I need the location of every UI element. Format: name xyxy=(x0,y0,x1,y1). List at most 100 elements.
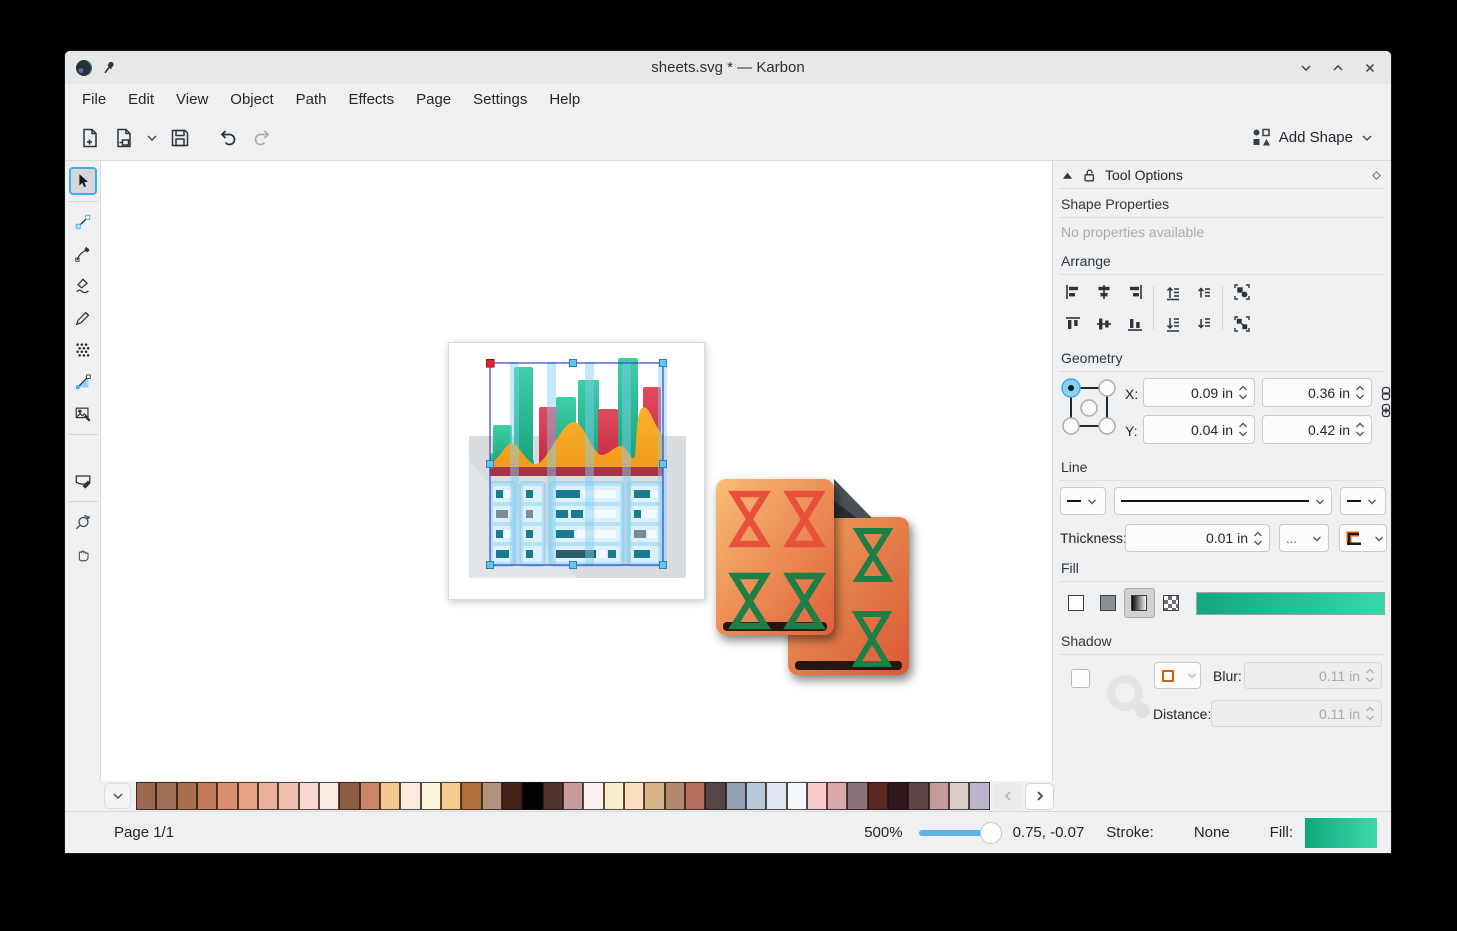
line-end-marker-select[interactable] xyxy=(1340,487,1386,515)
maximize-button[interactable] xyxy=(1327,57,1349,79)
align-vertical-center-icon[interactable] xyxy=(1090,311,1117,337)
tool-image-edit[interactable] xyxy=(69,400,97,428)
shadow-angle-handle[interactable] xyxy=(1135,703,1150,718)
tool-edit-shapes[interactable] xyxy=(69,208,97,236)
color-swatch[interactable] xyxy=(908,782,928,810)
color-swatch[interactable] xyxy=(339,782,359,810)
open-document-button[interactable] xyxy=(109,123,139,153)
color-swatch[interactable] xyxy=(238,782,258,810)
shadow-color-select[interactable] xyxy=(1154,662,1201,689)
color-swatch[interactable] xyxy=(929,782,949,810)
color-swatch[interactable] xyxy=(746,782,766,810)
color-swatch[interactable] xyxy=(299,782,319,810)
bring-to-front-icon[interactable] xyxy=(1159,279,1186,305)
pin-icon[interactable] xyxy=(101,60,116,75)
align-horizontal-center-icon[interactable] xyxy=(1090,279,1117,305)
canvas-artwork[interactable] xyxy=(101,161,1053,783)
send-to-back-icon[interactable] xyxy=(1159,311,1186,337)
color-swatch[interactable] xyxy=(644,782,664,810)
color-swatch[interactable] xyxy=(705,782,725,810)
lock-icon[interactable] xyxy=(1082,168,1097,183)
color-swatch[interactable] xyxy=(787,782,807,810)
color-swatch[interactable] xyxy=(665,782,685,810)
group-icon[interactable] xyxy=(1228,279,1255,305)
color-swatch[interactable] xyxy=(685,782,705,810)
tool-pattern-edit[interactable] xyxy=(69,336,97,364)
anchor-point-selector[interactable] xyxy=(1061,378,1117,436)
color-swatch[interactable] xyxy=(156,782,176,810)
color-swatch[interactable] xyxy=(563,782,583,810)
ungroup-icon[interactable] xyxy=(1228,311,1255,337)
color-swatch[interactable] xyxy=(380,782,400,810)
shadow-enable-checkbox[interactable] xyxy=(1071,669,1090,688)
distance-input[interactable]: 0.11 in xyxy=(1211,700,1382,727)
raise-icon[interactable] xyxy=(1190,279,1217,305)
link-width-height-icon[interactable] xyxy=(1380,386,1391,401)
color-swatch[interactable] xyxy=(482,782,502,810)
sheets-artwork[interactable] xyxy=(716,479,909,675)
color-swatch[interactable] xyxy=(888,782,908,810)
color-swatch[interactable] xyxy=(136,782,156,810)
color-swatch[interactable] xyxy=(604,782,624,810)
line-start-marker-select[interactable] xyxy=(1060,487,1106,515)
fill-pattern-button[interactable] xyxy=(1156,588,1187,618)
blur-input[interactable]: 0.11 in xyxy=(1244,662,1382,689)
color-swatch[interactable] xyxy=(949,782,969,810)
minimize-button[interactable] xyxy=(1295,57,1317,79)
palette-dropdown-button[interactable] xyxy=(104,783,131,809)
color-swatch[interactable] xyxy=(543,782,563,810)
y-input[interactable]: 0.04 in xyxy=(1143,415,1255,444)
menu-item[interactable]: Settings xyxy=(462,87,538,112)
tool-gradient-edit[interactable] xyxy=(69,368,97,396)
align-vertical-bottom-icon[interactable] xyxy=(1121,311,1148,337)
height-input[interactable]: 0.42 in xyxy=(1262,415,1372,444)
align-vertical-top-icon[interactable] xyxy=(1059,311,1086,337)
tool-freehand-path[interactable] xyxy=(69,304,97,332)
color-swatch[interactable] xyxy=(827,782,847,810)
tool-draw-path[interactable] xyxy=(69,240,97,268)
float-docker-icon[interactable] xyxy=(1370,169,1383,182)
menu-item[interactable]: Object xyxy=(219,87,284,112)
tool-zoom[interactable] xyxy=(69,508,97,536)
line-style-select[interactable] xyxy=(1114,487,1332,515)
color-swatch[interactable] xyxy=(868,782,888,810)
tool-calligraphy[interactable] xyxy=(69,272,97,300)
fill-gradient-swatch[interactable] xyxy=(1196,592,1385,615)
color-swatch[interactable] xyxy=(360,782,380,810)
line-cap-select[interactable]: ... xyxy=(1279,524,1329,552)
color-swatch[interactable] xyxy=(522,782,542,810)
new-document-button[interactable] xyxy=(75,123,105,153)
zoom-value[interactable]: 500% xyxy=(864,824,902,841)
undo-button[interactable] xyxy=(213,123,243,153)
menu-item[interactable]: Effects xyxy=(338,87,406,112)
add-shape-button[interactable]: Add Shape xyxy=(1244,124,1381,151)
thickness-input[interactable]: 0.01 in xyxy=(1125,524,1270,552)
color-swatch[interactable] xyxy=(217,782,237,810)
tool-select-shapes[interactable] xyxy=(69,167,97,195)
fill-gradient-button[interactable] xyxy=(1124,588,1155,618)
menu-item[interactable]: Help xyxy=(538,87,591,112)
color-swatch[interactable] xyxy=(197,782,217,810)
color-swatch[interactable] xyxy=(624,782,644,810)
color-swatch[interactable] xyxy=(319,782,339,810)
menu-item[interactable]: Page xyxy=(405,87,462,112)
align-horizontal-right-icon[interactable] xyxy=(1121,279,1148,305)
color-swatch[interactable] xyxy=(726,782,746,810)
width-input[interactable]: 0.36 in xyxy=(1262,378,1372,407)
save-button[interactable] xyxy=(165,123,195,153)
zoom-slider[interactable] xyxy=(919,830,991,836)
titlebar[interactable]: sheets.svg * — Karbon xyxy=(65,51,1391,84)
line-join-select[interactable] xyxy=(1339,524,1387,552)
tool-pan[interactable] xyxy=(69,540,97,568)
canvas[interactable] xyxy=(101,161,1053,781)
x-input[interactable]: 0.09 in xyxy=(1143,378,1255,407)
menu-item[interactable]: Path xyxy=(285,87,338,112)
fill-none-button[interactable] xyxy=(1061,588,1092,618)
open-recent-dropdown[interactable] xyxy=(143,123,161,153)
tool-artistic-text[interactable] xyxy=(69,467,97,495)
color-swatch[interactable] xyxy=(583,782,603,810)
color-swatch[interactable] xyxy=(441,782,461,810)
palette-scroll-right-button[interactable] xyxy=(1025,783,1054,810)
color-swatch[interactable] xyxy=(502,782,522,810)
link-xy-icon[interactable] xyxy=(1380,403,1391,418)
